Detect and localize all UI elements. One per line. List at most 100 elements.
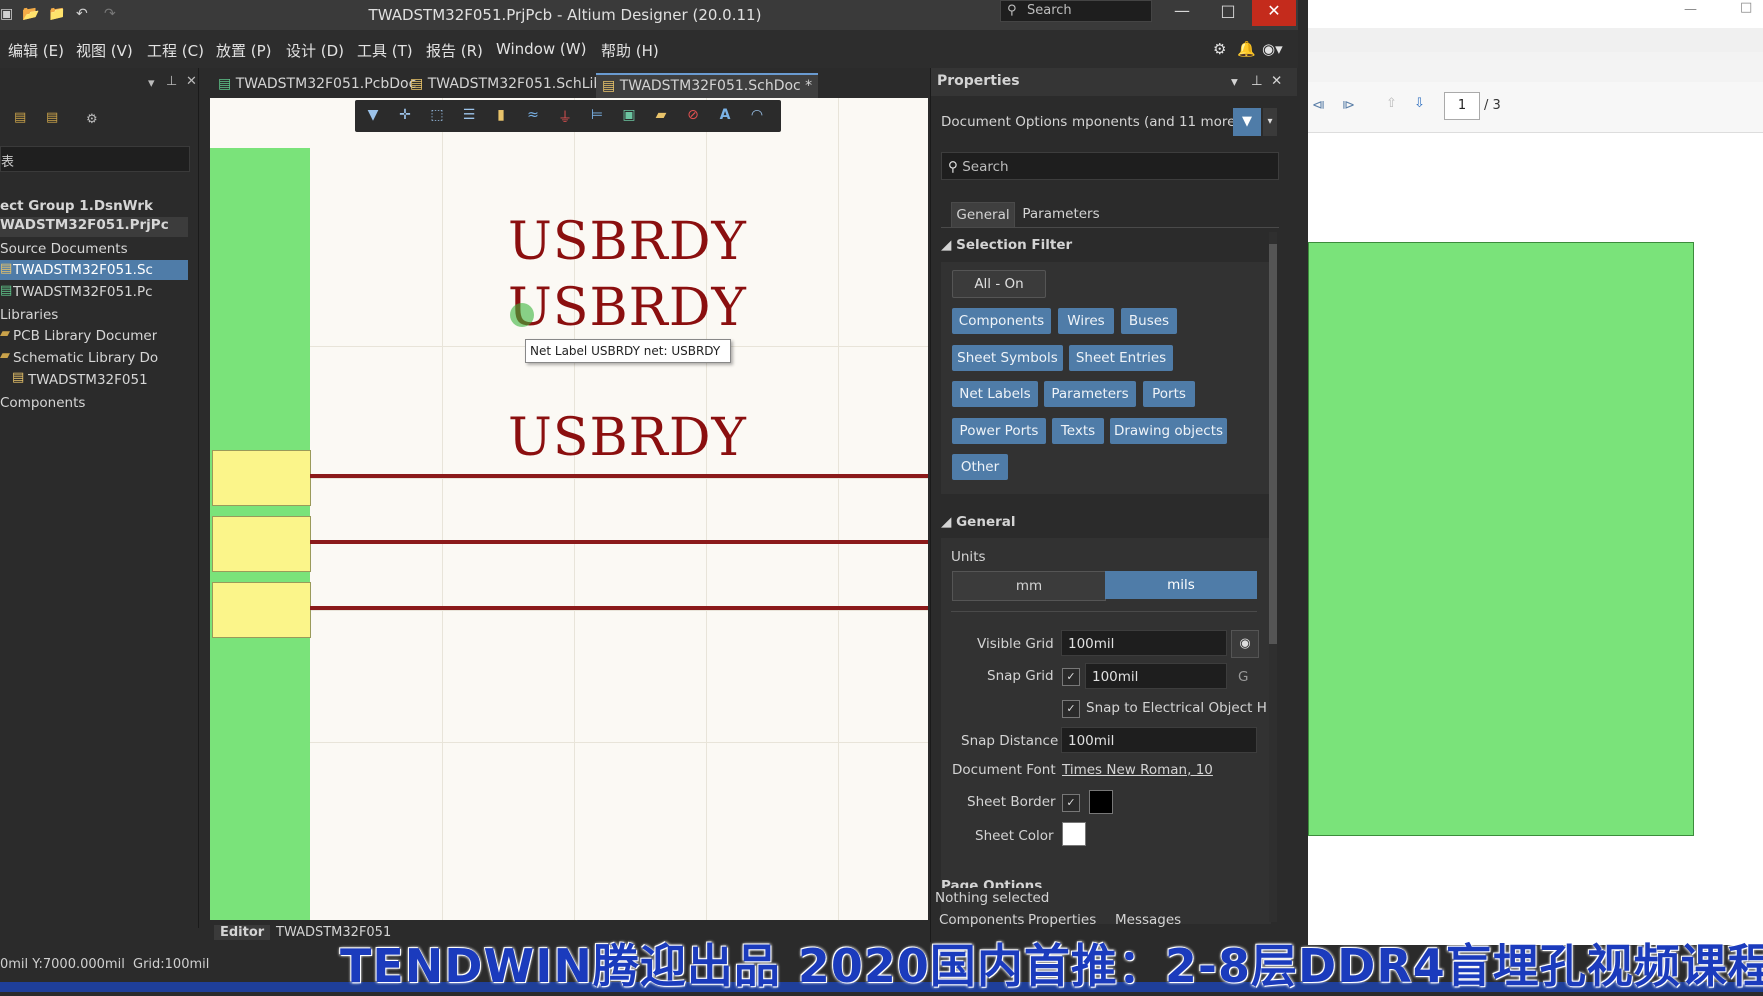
menu-tools[interactable]: 工具 (T) xyxy=(357,40,413,61)
filter-texts[interactable]: Texts xyxy=(1052,418,1104,444)
menu-view[interactable]: 视图 (V) xyxy=(76,40,133,61)
page-options-heading[interactable]: Page Options xyxy=(941,878,1042,888)
tab-schdoc[interactable]: ▤ TWADSTM32F051.SchDoc * xyxy=(596,73,819,100)
scrollbar-thumb[interactable] xyxy=(1269,244,1277,644)
schematic-canvas[interactable]: USBRDY USBRDY USBRDY xyxy=(210,98,928,920)
power-port-icon[interactable]: ⏚ xyxy=(555,107,575,126)
close-button[interactable]: ✕ xyxy=(1252,0,1296,26)
editor-tab[interactable]: Editor xyxy=(214,925,271,940)
menu-help[interactable]: 帮助 (H) xyxy=(601,40,659,61)
page-number-input[interactable]: 1 xyxy=(1444,92,1480,120)
panel-close-icon[interactable]: ✕ xyxy=(186,74,197,89)
pin-icon[interactable]: ⊥ xyxy=(166,74,177,89)
account-icon[interactable]: ◉▾ xyxy=(1262,40,1283,58)
filter-icon[interactable]: ▼ xyxy=(363,107,383,125)
filter-sheet-symbols[interactable]: Sheet Symbols xyxy=(952,345,1063,371)
place-part-icon[interactable]: ▮ xyxy=(491,107,511,125)
filter-net-labels[interactable]: Net Labels xyxy=(952,381,1038,407)
filter-other[interactable]: Other xyxy=(952,454,1008,480)
port-icon[interactable]: ▰ xyxy=(651,107,671,125)
menu-window[interactable]: Window (W) xyxy=(496,40,586,58)
bottom-tab-messages[interactable]: Messages xyxy=(1111,912,1185,928)
sheet-entry[interactable] xyxy=(212,450,311,506)
snap-grid-input[interactable]: 100mil xyxy=(1085,663,1227,689)
pin-icon[interactable]: ⊥ xyxy=(1251,73,1263,89)
sheet-symbol-icon[interactable]: ▣ xyxy=(619,107,639,125)
minimize-button[interactable]: — xyxy=(1160,0,1204,26)
tab-general[interactable]: General xyxy=(951,202,1015,228)
filter-ports[interactable]: Ports xyxy=(1143,381,1195,407)
sheet-entry[interactable] xyxy=(212,516,311,572)
wire[interactable] xyxy=(310,540,928,544)
snap-electrical-checkbox[interactable]: ✓ xyxy=(1062,700,1080,718)
net-label[interactable]: USBRDY xyxy=(508,278,747,338)
snap-grid-checkbox[interactable]: ✓ xyxy=(1062,668,1080,686)
move-icon[interactable]: ✛ xyxy=(395,107,415,125)
gear-icon[interactable]: ⚙ xyxy=(86,112,98,127)
visible-grid-input[interactable]: 100mil xyxy=(1061,630,1227,656)
panel-menu-icon[interactable]: ▾ xyxy=(1231,74,1238,90)
wire-icon[interactable]: ≈ xyxy=(523,107,543,125)
select-icon[interactable]: ⬚ xyxy=(427,107,447,125)
filter-buses[interactable]: Buses xyxy=(1121,308,1177,334)
prev-page-icon[interactable]: ⇧ xyxy=(1386,96,1397,111)
pdf-page-content[interactable] xyxy=(1308,242,1694,836)
bottom-tab-components[interactable]: Components xyxy=(935,912,1028,928)
filter-components[interactable]: Components xyxy=(952,308,1051,334)
net-label-icon[interactable]: ⊨ xyxy=(587,107,607,125)
no-erc-icon[interactable]: ⊘ xyxy=(683,107,703,125)
selection-filter-heading[interactable]: ◢ Selection Filter xyxy=(941,237,1072,253)
selection-filter-button[interactable]: ▼ xyxy=(1233,108,1261,136)
menu-project[interactable]: 工程 (C) xyxy=(147,40,204,61)
sheet-entry[interactable] xyxy=(212,582,311,638)
tab-parameters[interactable]: Parameters xyxy=(1019,202,1103,226)
tree-schdoc-selected[interactable]: ▤ TWADSTM32F051.Sc xyxy=(0,260,188,280)
global-search[interactable]: ⚲ Search xyxy=(1000,0,1152,22)
snap-distance-input[interactable]: 100mil xyxy=(1061,727,1257,753)
sheet-border-checkbox[interactable]: ✓ xyxy=(1062,794,1080,812)
menu-edit[interactable]: 编辑 (E) xyxy=(8,40,64,61)
net-label[interactable]: USBRDY xyxy=(508,408,747,468)
arc-icon[interactable]: ◠ xyxy=(747,107,767,125)
text-icon[interactable]: A xyxy=(715,107,735,125)
maximize-button[interactable]: □ xyxy=(1206,0,1250,26)
tree-pcbdoc[interactable]: ▤ TWADSTM32F051.Pc xyxy=(0,282,188,302)
properties-search-input[interactable]: ⚲ Search xyxy=(941,152,1279,180)
menu-place[interactable]: 放置 (P) xyxy=(216,40,272,61)
tree-sch-library[interactable]: ▰ Schematic Library Do xyxy=(0,348,188,368)
panel-close-icon[interactable]: ✕ xyxy=(1271,73,1282,89)
filter-wires[interactable]: Wires xyxy=(1058,308,1114,334)
panel-menu-icon[interactable]: ▾ xyxy=(148,76,155,91)
maximize-button[interactable]: □ xyxy=(1740,0,1752,15)
units-mm-button[interactable]: mm xyxy=(952,571,1106,601)
wire[interactable] xyxy=(310,474,928,478)
sheet-color-swatch[interactable] xyxy=(1062,822,1086,846)
notifications-icon[interactable]: 🔔 xyxy=(1237,40,1256,58)
tree-components[interactable]: Components xyxy=(0,395,85,411)
filter-sheet-entries[interactable]: Sheet Entries xyxy=(1069,345,1173,371)
filter-dropdown-button[interactable]: ▾ xyxy=(1263,108,1277,136)
tab-schlib[interactable]: ▤ TWADSTM32F051.SchLib * xyxy=(404,73,620,98)
project-search-input[interactable]: 表 xyxy=(0,146,190,172)
menu-design[interactable]: 设计 (D) xyxy=(286,40,344,61)
open-document-icon[interactable]: ▤ xyxy=(14,110,26,125)
tree-source-documents[interactable]: Source Documents xyxy=(0,241,128,257)
tab-pcbdoc[interactable]: ▤ TWADSTM32F051.PcbDoc xyxy=(212,73,422,98)
bottom-tab-properties[interactable]: Properties xyxy=(1024,912,1100,928)
units-mils-button[interactable]: mils xyxy=(1105,571,1257,599)
next-page-icon[interactable]: ⇩ xyxy=(1414,96,1425,111)
minimize-button[interactable]: — xyxy=(1684,2,1697,17)
all-on-button[interactable]: All - On xyxy=(952,270,1046,298)
tree-workspace[interactable]: ect Group 1.DsnWrk xyxy=(0,198,153,214)
project-options-icon[interactable]: ▤ xyxy=(46,110,58,125)
last-page-icon[interactable]: ⧐ xyxy=(1342,98,1355,113)
filter-power-ports[interactable]: Power Ports xyxy=(952,418,1046,444)
filter-drawing-objects[interactable]: Drawing objects xyxy=(1110,418,1227,444)
eye-icon[interactable]: ◉ xyxy=(1231,630,1259,658)
menu-reports[interactable]: 报告 (R) xyxy=(426,40,483,61)
settings-icon[interactable]: ⚙ xyxy=(1213,40,1226,58)
sheet-border-color-swatch[interactable] xyxy=(1089,790,1113,814)
document-font-link[interactable]: Times New Roman, 10 xyxy=(1062,762,1213,778)
wire[interactable] xyxy=(310,606,928,610)
tree-pcb-library[interactable]: ▰ PCB Library Documer xyxy=(0,326,188,346)
